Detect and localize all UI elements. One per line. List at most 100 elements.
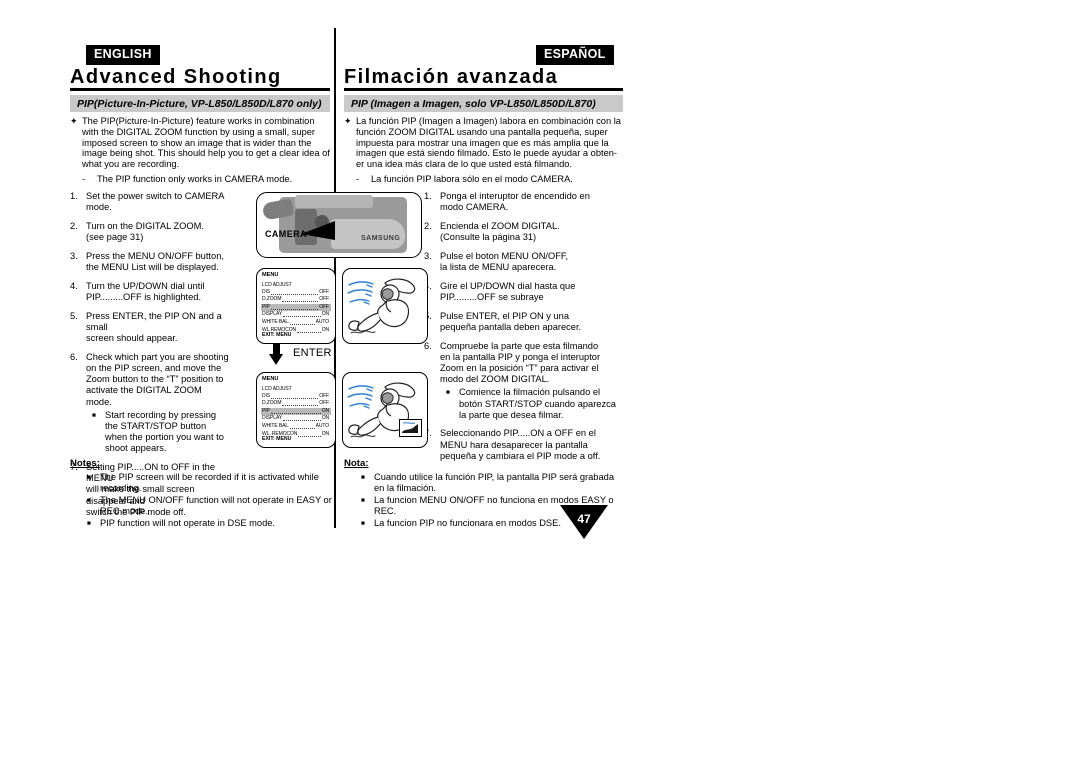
step-body: Pulse ENTER, el PIP ON y una pequeña pan…: [440, 311, 624, 333]
note-item: ■ The MENU ON/OFF function will not opera…: [70, 495, 332, 517]
osd-leader-dots: [283, 311, 321, 318]
osd-item-list: LCD ADJUST DIS OFF D.ZOOM OFF PIP ON DISPLAY ON W…: [261, 386, 331, 438]
step-text: Compruebe la parte que esta filmando en …: [440, 340, 601, 385]
step-number: 2.: [70, 220, 78, 231]
osd-leader-dots: [290, 319, 315, 325]
osd-item-value: ON: [321, 415, 329, 422]
osd-item-name: DISPLAY: [262, 311, 283, 318]
step-item: 2. Turn on the DIGITAL ZOOM. (see page 31…: [70, 221, 230, 243]
osd-leader-dots: [270, 408, 321, 414]
intro-spanish: ✦ La función PIP (Imagen a Imagen) labor…: [344, 116, 624, 185]
scene-illustration-with-pip: [342, 372, 428, 448]
language-badge-spanish: ESPAÑOL: [536, 45, 614, 65]
intro-english: ✦ The PIP(Picture-In-Picture) feature wo…: [70, 116, 332, 185]
step-text: Turn the UP/DOWN dial until PIP.........…: [86, 280, 205, 302]
step-body: Press the MENU ON/OFF button, the MENU L…: [86, 251, 230, 273]
brand-logo: SAMSUNG: [361, 235, 401, 242]
osd-menu-figure-pip-on: MENU LCD ADJUST DIS OFF D.ZOOM OFF PIP ON DISPL…: [256, 372, 336, 448]
step-item: 5.Pulse ENTER, el PIP ON y una pequeña p…: [424, 311, 624, 333]
step-text: Set the power switch to CAMERA mode.: [86, 191, 224, 213]
osd-menu-item[interactable]: D.ZOOM OFF: [261, 400, 331, 408]
step-text: Check which part you are shooting on the…: [86, 351, 229, 407]
osd-item-name: WHITE BAL.: [262, 422, 290, 429]
step-text: Press ENTER, the PIP ON and a small scre…: [86, 310, 222, 344]
osd-leader-dots: [283, 415, 321, 422]
osd-menu-item[interactable]: PIP OFF: [261, 303, 331, 312]
page-title-spanish: Filmación avanzada: [344, 66, 559, 88]
step-sub-text: Start recording by pressing the START/ST…: [105, 409, 224, 454]
notes-heading-english: Notes:: [70, 458, 100, 469]
osd-item-value: OFF: [319, 400, 329, 407]
osd-item-value: AUTO: [315, 318, 330, 325]
osd-exit-label: EXIT: MENU: [262, 332, 292, 338]
osd-leader-dots: [290, 423, 315, 429]
down-arrow-head-icon: [269, 354, 283, 365]
step-sub-text: Comience la filmación pulsando el botón …: [459, 387, 616, 420]
step-text: Turn on the DIGITAL ZOOM. (see page 31): [86, 220, 204, 243]
step-item: 3. Press the MENU ON/OFF button, the MENU…: [70, 251, 230, 273]
step-number: 5.: [70, 310, 78, 321]
square-bullet-icon: ■: [446, 389, 450, 397]
osd-item-name: DISPLAY: [262, 415, 283, 422]
step-item: 2. Encienda el ZOOM DIGITAL. (Consulte la…: [424, 221, 624, 243]
osd-menu-item[interactable]: DIS OFF: [261, 393, 331, 401]
note-text: PIP function will not operate in DSE mod…: [100, 517, 276, 528]
osd-item-value: OFF: [319, 288, 329, 295]
step-item: 5. Press ENTER, the PIP ON and a small sc…: [70, 311, 230, 345]
step-text: Pulse el boton MENU ON/OFF, la lista de …: [440, 250, 569, 273]
osd-item-value: ON: [321, 407, 329, 414]
notes-heading-spanish: Nota:: [344, 458, 369, 469]
skier-illustration-icon: [347, 278, 416, 334]
osd-leader-dots: [271, 393, 319, 399]
step-body: Turn on the DIGITAL ZOOM. (see page 31): [86, 221, 230, 243]
step-body: Set the power switch to CAMERA mode.: [86, 191, 230, 213]
note-text: The PIP screen will be recorded if it is…: [100, 471, 319, 493]
intro-dash-text: La función PIP labora sólo en el modo CA…: [371, 173, 573, 184]
step-number: 2.: [424, 220, 432, 231]
page-number-badge: 47: [560, 505, 608, 539]
step-item: 3. Pulse el boton MENU ON/OFF, la lista d…: [424, 251, 624, 273]
scene-illustration-without-pip: [342, 268, 428, 344]
intro-dash-row: - The PIP function only works in CAMERA …: [70, 174, 332, 185]
step-text: Gire el UP/DOWN dial hasta que PIP......…: [440, 280, 576, 302]
osd-menu-item[interactable]: D.ZOOM OFF: [261, 296, 331, 304]
step-text: Ponga el interuptor de encendido en modo…: [440, 191, 590, 213]
osd-item-name: D.ZOOM: [262, 296, 282, 303]
square-bullet-icon: ■: [87, 519, 91, 527]
osd-item-name: PIP: [262, 407, 270, 414]
step-number: 1.: [70, 191, 78, 201]
osd-leader-dots: [297, 327, 321, 333]
step-text: Press the MENU ON/OFF button, the MENU L…: [86, 250, 224, 273]
osd-menu-item[interactable]: DISPLAY ON: [261, 415, 331, 423]
osd-leader-dots: [270, 304, 319, 310]
pip-inset-thumbnail-icon: [400, 420, 421, 436]
step-number: 1.: [424, 191, 432, 201]
osd-menu-item[interactable]: DIS OFF: [261, 289, 331, 297]
steps-list-spanish: 1. Ponga el interuptor de encendido en mo…: [424, 191, 624, 470]
step-item: 1. Set the power switch to CAMERA mode.: [70, 191, 230, 213]
osd-exit-label: EXIT: MENU: [262, 436, 292, 442]
osd-menu-item[interactable]: DISPLAY ON: [261, 311, 331, 319]
title-rule-english: [70, 88, 330, 91]
osd-menu-item[interactable]: WHITE BAL. AUTO: [261, 319, 331, 327]
osd-leader-dots: [282, 296, 319, 303]
intro-bullet-text: The PIP(Picture-In-Picture) feature work…: [82, 116, 330, 170]
osd-menu-item[interactable]: WHITE BAL. AUTO: [261, 423, 331, 431]
note-item: ■ The PIP screen will be recorded if it i…: [70, 472, 332, 494]
page-title-english: Advanced Shooting: [70, 66, 282, 88]
osd-item-name: DIS: [262, 392, 271, 399]
square-bullet-icon: ■: [87, 473, 91, 481]
step-number: 3.: [424, 250, 432, 261]
osd-item-name: PIP: [262, 303, 270, 310]
camera-mode-label: CAMERA: [265, 229, 307, 239]
title-rule-spanish: [344, 88, 623, 91]
osd-subtitle: LCD ADJUST: [262, 282, 292, 288]
step-body: Turn the UP/DOWN dial until PIP.........…: [86, 281, 230, 303]
step-number: 4.: [70, 280, 78, 291]
osd-item-value: ON: [321, 311, 329, 318]
step-item: 6. Check which part you are shooting on t…: [70, 352, 230, 455]
square-bullet-icon: ■: [361, 473, 365, 481]
camcorder-top-panel-shape: [295, 195, 373, 208]
osd-menu-item[interactable]: PIP ON: [261, 407, 331, 416]
section-bar-spanish: PIP (Imagen a Imagen, solo VP-L850/L850D…: [344, 95, 623, 112]
